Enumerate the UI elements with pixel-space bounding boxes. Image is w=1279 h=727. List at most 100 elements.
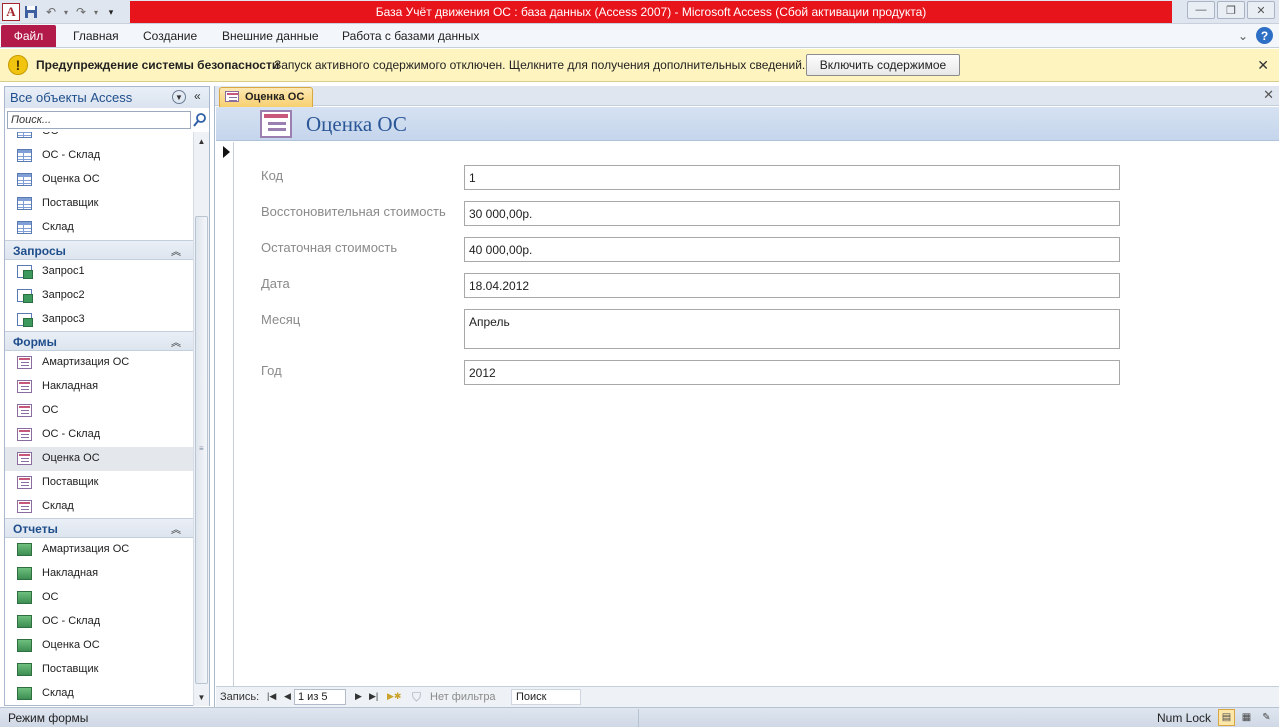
scroll-thumb[interactable]: ≡ [195,216,208,684]
record-label: Запись: [220,691,260,703]
field-god[interactable]: 2012 [464,360,1120,385]
nav-group-queries[interactable]: Запросы ︽ [5,240,193,260]
nav-query-2[interactable]: Запрос2 [5,284,193,308]
ribbon-tabs: Файл Главная Создание Внешние данные Раб… [0,24,1279,48]
filter-icon: ⛉ [412,690,422,704]
nav-report-nakladnaya[interactable]: Накладная [5,562,193,586]
prev-record-icon[interactable]: ◀ [284,691,291,702]
label-vosst-stoimost: Восстоновительная стоимость [261,204,446,219]
nav-form-amortizatsiya[interactable]: Амартизация ОС [5,351,193,375]
nav-form-os[interactable]: ОС [5,399,193,423]
help-icon[interactable]: ? [1256,27,1273,44]
label-ostat-stoimost: Остаточная стоимость [261,240,398,255]
customize-qat-icon[interactable]: ▾ [102,3,120,21]
report-icon [17,687,32,700]
nav-report-postavshchik[interactable]: Поставщик [5,658,193,682]
nav-form-postavshchik[interactable]: Поставщик [5,471,193,495]
tab-database-tools[interactable]: Работа с базами данных [342,29,479,43]
nav-table-os-sklad[interactable]: ОС - Склад [5,144,193,168]
field-ostat-stoimost[interactable]: 40 000,00р. [464,237,1120,262]
scroll-up-icon[interactable]: ▲ [194,134,209,148]
status-bar: Режим формы Num Lock ▤ ▦ ✎ [0,707,1279,727]
nav-report-sklad[interactable]: Склад [5,682,193,706]
first-record-icon[interactable]: |◀ [267,691,276,702]
nav-search-input[interactable]: Поиск... [7,111,191,129]
collapse-group-icon[interactable]: ︽ [171,334,181,349]
label-data: Дата [261,276,290,291]
doc-tab-otsenka-os[interactable]: Оценка ОС [219,87,313,107]
save-icon[interactable] [22,3,40,21]
form-header: Оценка ОС [216,107,1279,141]
nav-report-amortizatsiya[interactable]: Амартизация ОС [5,538,193,562]
search-icon[interactable] [193,112,207,128]
nav-form-sklad[interactable]: Склад [5,495,193,519]
design-view-icon[interactable]: ✎ [1258,709,1275,726]
nav-table-postavshchik[interactable]: Поставщик [5,192,193,216]
nav-table-otsenka-os[interactable]: Оценка ОС [5,168,193,192]
navigation-pane: Все объекты Access ▼ « Поиск... ОС ОС - … [4,86,210,706]
close-document-icon[interactable]: ✕ [1263,87,1274,103]
nav-query-1[interactable]: Запрос1 [5,260,193,284]
tab-external-data[interactable]: Внешние данные [222,29,319,43]
form-icon [17,356,32,369]
restore-icon[interactable]: ❐ [1217,1,1245,19]
nav-form-nakladnaya[interactable]: Накладная [5,375,193,399]
nav-scrollbar[interactable]: ▲ ≡ ▼ [193,132,209,706]
report-icon [17,543,32,556]
title-bar: A ↶ ▾ ↷ ▾ ▾ База Учёт движения ОС : база… [0,0,1279,24]
field-data[interactable]: 18.04.2012 [464,273,1120,298]
minimize-ribbon-icon[interactable]: ⌄ [1238,29,1248,43]
table-icon [17,149,32,162]
nav-query-3[interactable]: Запрос3 [5,308,193,332]
redo-icon[interactable]: ↷ [72,3,90,21]
nav-form-otsenka-os[interactable]: Оценка ОС [5,447,193,471]
record-selector[interactable] [216,142,234,686]
record-search-input[interactable]: Поиск [511,689,581,705]
tab-create[interactable]: Создание [143,29,197,43]
current-record-input[interactable]: 1 из 5 [294,689,346,705]
nav-form-os-sklad[interactable]: ОС - Склад [5,423,193,447]
close-window-icon[interactable]: ✕ [1247,1,1275,19]
minimize-icon[interactable]: — [1187,1,1215,19]
collapse-nav-icon[interactable]: « [194,89,201,103]
undo-icon[interactable]: ↶ [42,3,60,21]
access-logo-icon[interactable]: A [2,3,20,21]
nav-table-sklad[interactable]: Склад [5,216,193,240]
view-switcher: ▤ ▦ ✎ [1218,709,1275,726]
warning-icon: ! [8,55,28,75]
form-view-icon[interactable]: ▤ [1218,709,1235,726]
tab-home[interactable]: Главная [73,29,119,43]
nav-object-list: ОС ОС - Склад Оценка ОС Поставщик Склад … [5,132,193,706]
field-mesyats[interactable]: Апрель [464,309,1120,349]
collapse-group-icon[interactable]: ︽ [171,521,181,536]
form-icon [17,476,32,489]
tab-file[interactable]: Файл [1,25,56,47]
nav-report-os[interactable]: ОС [5,586,193,610]
label-mesyats: Месяц [261,312,301,327]
enable-content-button[interactable]: Включить содержимое [806,54,960,76]
scroll-down-icon[interactable]: ▼ [194,690,209,704]
nav-group-reports[interactable]: Отчеты ︽ [5,518,193,538]
layout-view-icon[interactable]: ▦ [1238,709,1255,726]
collapse-group-icon[interactable]: ︽ [171,243,181,258]
nav-header[interactable]: Все объекты Access ▼ « [5,87,209,108]
redo-dropdown-icon[interactable]: ▾ [92,3,100,21]
nav-header-title: Все объекты Access [10,90,133,105]
undo-dropdown-icon[interactable]: ▾ [62,3,70,21]
label-kod: Код [261,168,284,183]
no-filter-button[interactable]: Нет фильтра [430,691,496,703]
field-kod[interactable]: 1 [464,165,1120,190]
close-message-bar-icon[interactable]: ✕ [1257,57,1269,74]
last-record-icon[interactable]: ▶| [369,691,378,702]
nav-report-otsenka-os[interactable]: Оценка ОС [5,634,193,658]
new-record-icon[interactable]: ▶✱ [387,691,401,702]
nav-menu-dropdown-icon[interactable]: ▼ [172,90,186,104]
next-record-icon[interactable]: ▶ [355,691,362,702]
nav-table-os[interactable]: ОС [5,132,193,144]
field-vosst-stoimost[interactable]: 30 000,00р. [464,201,1120,226]
security-warning-text[interactable]: Запуск активного содержимого отключен. Щ… [274,58,805,72]
nav-report-os-sklad[interactable]: ОС - Склад [5,610,193,634]
report-icon [17,663,32,676]
nav-group-forms[interactable]: Формы ︽ [5,331,193,351]
form-icon [17,452,32,465]
